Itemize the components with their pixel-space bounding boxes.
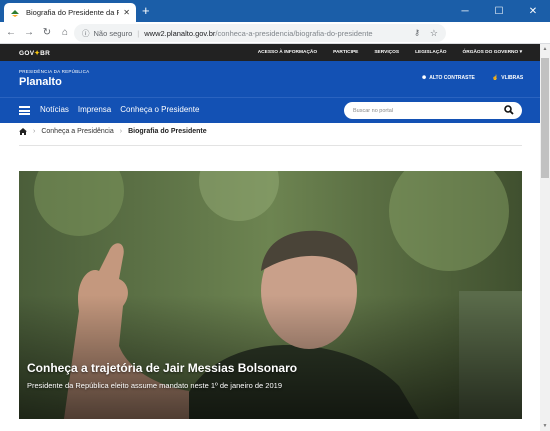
breadcrumb: › Conheça a Presidência › Biografia do P… <box>19 128 207 135</box>
bookmark-star-icon[interactable]: ☆ <box>430 28 438 39</box>
home-icon[interactable] <box>19 128 27 135</box>
contrast-icon: ✺ <box>422 75 427 81</box>
forward-button[interactable]: → <box>20 27 38 38</box>
hero-banner[interactable]: Conheça a trajetória de Jair Messias Bol… <box>19 171 522 419</box>
gov-link-legislacao[interactable]: LEGISLAÇÃO <box>415 50 446 55</box>
content-divider <box>19 145 522 146</box>
alto-contraste-label: ALTO CONTRASTE <box>429 75 475 81</box>
tab-close-icon[interactable]: ✕ <box>123 8 130 17</box>
address-bar[interactable]: ⓘ Não seguro | www2.planalto.gov.br /con… <box>74 24 446 42</box>
maximize-button[interactable]: ☐ <box>482 0 516 22</box>
search-placeholder: Buscar no portal <box>353 107 394 114</box>
breadcrumb-separator-icon: › <box>33 128 36 135</box>
gov-bar: GOV✦BR ACESSO À INFORMAÇÃO PARTICIPE SER… <box>0 44 540 61</box>
site-logo[interactable]: Planalto <box>19 76 62 88</box>
hero-subtitle: Presidente da República eleito assume ma… <box>27 381 282 390</box>
home-button[interactable]: ⌂ <box>56 27 74 38</box>
site-header: PRESIDÊNCIA DA REPÚBLICA Planalto ✺ ALTO… <box>0 61 540 97</box>
scroll-up-icon[interactable]: ▲ <box>540 44 550 54</box>
url-path: /conheca-a-presidencia/biografia-do-pres… <box>215 28 373 38</box>
hand-icon: ☝ <box>492 75 499 81</box>
key-icon[interactable]: ⚷ <box>414 28 420 37</box>
vlibras-button[interactable]: ☝ VLIBRAS <box>492 75 523 81</box>
minimize-button[interactable]: ─ <box>448 0 482 22</box>
presidencia-label: PRESIDÊNCIA DA REPÚBLICA <box>19 69 90 74</box>
page-scrollbar[interactable]: ▲ ▼ <box>540 44 550 431</box>
nav-item-conheca-presidente[interactable]: Conheça o Presidente <box>120 105 199 114</box>
browser-tab[interactable]: Biografia do Presidente da Repú ✕ <box>4 3 136 22</box>
hero-caption: Conheça a trajetória de Jair Messias Bol… <box>27 361 297 390</box>
not-secure-label: Não seguro <box>93 28 133 38</box>
tab-strip: Biografia do Presidente da Repú ✕ + ─ ☐ … <box>0 0 550 22</box>
govbr-logo-suffix: BR <box>40 49 51 57</box>
url-host: www2.planalto.gov.br <box>144 28 216 38</box>
breadcrumb-item-conheca[interactable]: Conheça a Presidência <box>41 128 113 135</box>
info-icon[interactable]: ⓘ <box>82 28 90 39</box>
gov-link-servicos[interactable]: SERVIÇOS <box>374 50 399 55</box>
nav-items: Notícias Imprensa Conheça o Presidente <box>40 105 199 114</box>
tab-title: Biografia do Presidente da Repú <box>26 8 120 17</box>
url-separator: | <box>137 28 140 38</box>
browser-window: Biografia do Presidente da Repú ✕ + ─ ☐ … <box>0 0 550 431</box>
scroll-down-icon[interactable]: ▼ <box>540 421 550 431</box>
nav-item-imprensa[interactable]: Imprensa <box>78 105 111 114</box>
govbr-logo-text: GOV <box>19 49 35 57</box>
browser-toolbar: ← → ↻ ⌂ ⓘ Não seguro | www2.planalto.gov… <box>0 22 550 61</box>
hamburger-menu-icon[interactable] <box>19 106 30 115</box>
gov-link-orgaos-label: ÓRGÃOS DO GOVERNO <box>462 50 519 55</box>
main-nav: Notícias Imprensa Conheça o Presidente B… <box>0 97 540 123</box>
site-favicon-icon <box>11 9 19 17</box>
breadcrumb-separator-icon: › <box>119 128 123 135</box>
breadcrumb-item-current: Biografia do Presidente <box>128 128 207 135</box>
gov-link-acesso[interactable]: ACESSO À INFORMAÇÃO <box>258 50 317 55</box>
search-input[interactable]: Buscar no portal <box>344 102 522 119</box>
vlibras-label: VLIBRAS <box>501 75 524 81</box>
window-close-button[interactable]: ✕ <box>516 0 550 22</box>
gov-link-orgaos[interactable]: ÓRGÃOS DO GOVERNO ▾ <box>463 50 522 55</box>
gov-links: ACESSO À INFORMAÇÃO PARTICIPE SERVIÇOS L… <box>258 50 522 55</box>
hero-title[interactable]: Conheça a trajetória de Jair Messias Bol… <box>27 361 297 375</box>
gov-link-participe[interactable]: PARTICIPE <box>333 50 358 55</box>
back-button[interactable]: ← <box>2 27 20 38</box>
scrollbar-thumb[interactable] <box>541 58 549 178</box>
govbr-logo[interactable]: GOV✦BR <box>19 49 50 57</box>
nav-item-noticias[interactable]: Notícias <box>40 105 69 114</box>
reload-button[interactable]: ↻ <box>38 27 56 38</box>
alto-contraste-button[interactable]: ✺ ALTO CONTRASTE <box>422 75 475 81</box>
chevron-down-icon: ▾ <box>519 50 522 55</box>
new-tab-button[interactable]: + <box>142 4 150 18</box>
search-icon[interactable] <box>504 105 514 115</box>
